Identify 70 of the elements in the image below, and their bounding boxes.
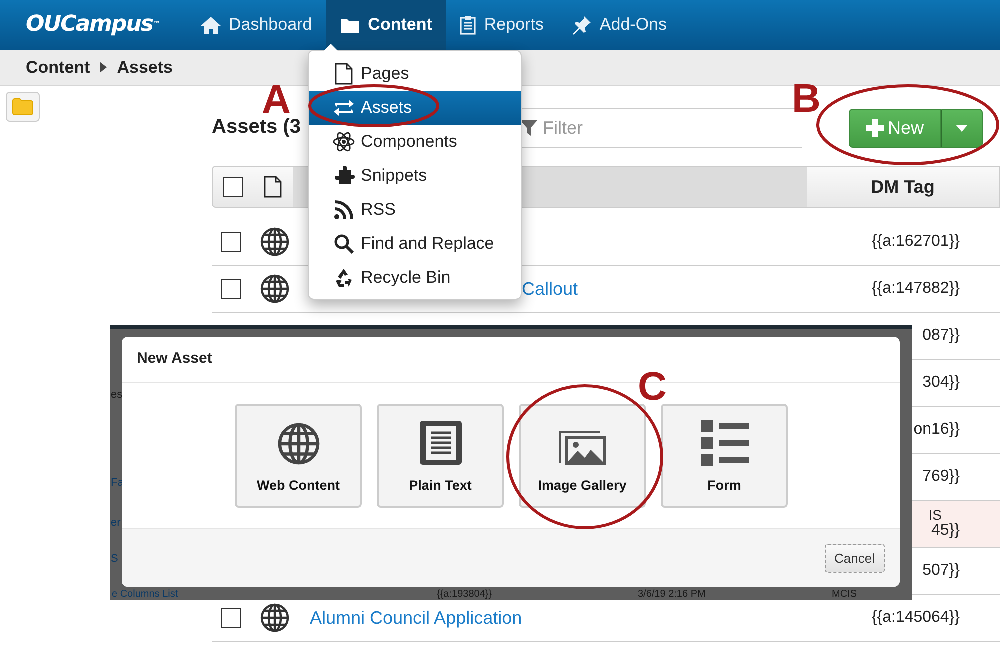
- text-fragment: S: [111, 552, 118, 567]
- globe-icon: [260, 274, 290, 304]
- table-cell: 769}}: [922, 468, 960, 486]
- table-cell: {{a:145064}}: [872, 610, 960, 626]
- plus-icon: [866, 119, 884, 137]
- text-fragment: 3/6/19 2:16 PM: [638, 588, 706, 602]
- cancel-button[interactable]: Cancel: [824, 544, 885, 574]
- breadcrumb-item: Assets: [117, 56, 173, 79]
- table-cell: 087}}: [922, 328, 960, 344]
- recycle-icon: [333, 268, 355, 288]
- nav-tab[interactable]: Add-Ons: [558, 0, 682, 50]
- puzzle-icon: [333, 165, 355, 187]
- text-fragment: er: [111, 516, 121, 531]
- text-document-icon: [418, 420, 462, 466]
- menu-item[interactable]: Recycle Bin: [309, 261, 521, 295]
- folder-icon: [340, 16, 360, 34]
- page-icon: [333, 63, 355, 85]
- asset-type-tile[interactable]: Image Gallery: [519, 404, 646, 508]
- row-checkbox[interactable]: [221, 279, 241, 299]
- brand-logo[interactable]: OUCampus$^{™}$: [26, 10, 165, 40]
- table-cell: on16}}: [914, 422, 960, 438]
- column-header[interactable]: DM Tag: [807, 167, 999, 207]
- globe-icon: [276, 422, 320, 466]
- home-icon: [201, 16, 221, 34]
- nav-tab[interactable]: Dashboard: [187, 0, 326, 50]
- text-fragment: MCIS: [832, 588, 857, 602]
- table-cell: {{a:147882}}: [872, 280, 960, 298]
- asset-type-tile[interactable]: Web Content: [235, 404, 362, 508]
- asset-link[interactable]: Alumni Council Application: [310, 608, 522, 628]
- menu-item[interactable]: Snippets: [309, 159, 521, 193]
- folder-icon: [12, 98, 34, 116]
- images-icon: [558, 430, 606, 466]
- text-fragment: es: [111, 388, 123, 403]
- caret-icon: [956, 124, 968, 132]
- menu-item[interactable]: Components: [309, 125, 521, 159]
- menu-item[interactable]: Find and Replace: [309, 227, 521, 261]
- breadcrumb-separator-icon: [100, 62, 108, 73]
- table-cell: {{a:162701}}: [872, 234, 960, 250]
- filter-icon: [520, 119, 538, 137]
- page-icon: [264, 176, 282, 198]
- select-all-checkbox[interactable]: [222, 177, 242, 197]
- table-cell: IS: [928, 508, 942, 523]
- globe-icon: [260, 227, 290, 257]
- row-checkbox[interactable]: [221, 232, 241, 252]
- row-checkbox[interactable]: [221, 608, 241, 628]
- swap-arrows-icon: [333, 98, 355, 118]
- menu-item[interactable]: Assets: [309, 91, 521, 125]
- asset-link[interactable]: Callout: [522, 278, 578, 298]
- filter-field[interactable]: Filter: [541, 114, 781, 142]
- rss-icon: [333, 200, 355, 220]
- text-fragment: {{a:193804}}: [437, 588, 492, 602]
- asset-type-tile[interactable]: Plain Text: [377, 404, 504, 508]
- nav-tab[interactable]: Content: [326, 0, 446, 50]
- nav-tab[interactable]: Reports: [446, 0, 558, 50]
- menu-item[interactable]: Pages: [309, 57, 521, 91]
- table-cell: 45}}: [932, 522, 960, 540]
- table-cell: 507}}: [922, 562, 960, 580]
- table-cell: 304}}: [922, 374, 960, 392]
- clipboard-icon: [460, 15, 476, 35]
- list-icon: [700, 420, 748, 466]
- pushpin-icon: [572, 15, 592, 35]
- annotation-letter: B: [792, 79, 821, 119]
- search-icon: [333, 234, 355, 254]
- globe-icon: [260, 603, 290, 633]
- breadcrumb-item[interactable]: Content: [26, 54, 90, 80]
- menu-item[interactable]: RSS: [309, 193, 521, 227]
- dropdown-toggle-button[interactable]: [941, 108, 983, 148]
- text-fragment: e Columns List: [112, 588, 178, 602]
- atom-icon: [333, 131, 355, 153]
- asset-type-tile[interactable]: Form: [661, 404, 788, 508]
